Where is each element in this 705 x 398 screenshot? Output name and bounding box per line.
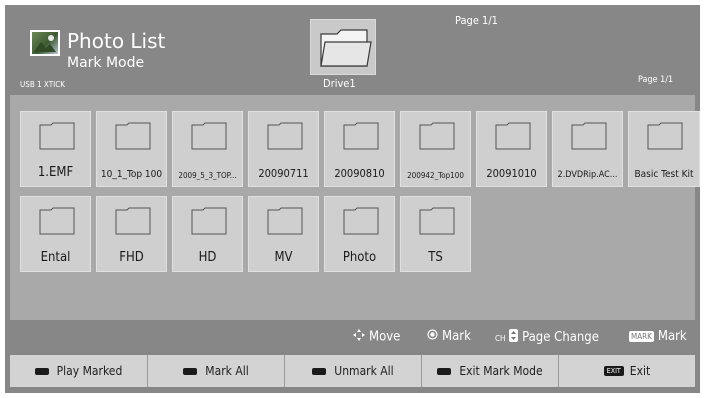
- channel-updown-icon: [509, 329, 519, 346]
- folder-icon: [267, 207, 303, 235]
- folder-tile[interactable]: HD: [172, 196, 243, 272]
- folder-icon: [343, 122, 379, 150]
- folder-tile[interactable]: 20090711: [248, 111, 319, 187]
- folder-tile[interactable]: 20090810: [324, 111, 395, 187]
- folder-tile[interactable]: TS: [400, 196, 471, 272]
- folder-icon: [571, 122, 607, 150]
- folder-icon: [191, 207, 227, 235]
- hint-mark-label: Mark: [442, 329, 471, 344]
- folder-tile[interactable]: FHD: [96, 196, 167, 272]
- folder-icon: [419, 122, 455, 150]
- folder-label: 20090810: [334, 167, 385, 180]
- unmark-all-button[interactable]: Unmark All: [285, 355, 422, 387]
- folder-label: HD: [198, 250, 217, 265]
- folder-label: Photo: [342, 250, 377, 265]
- folder-label: 1.EMF: [37, 165, 74, 180]
- folder-icon: [115, 207, 151, 235]
- mode-label: Mark Mode: [67, 55, 145, 71]
- ch-tag: CH: [495, 334, 506, 343]
- folder-tile[interactable]: Ental: [20, 196, 91, 272]
- photo-list-screen: Photo List Mark Mode USB 1 XTICK Page 1/…: [5, 5, 700, 393]
- header: Photo List Mark Mode USB 1 XTICK Page 1/…: [5, 5, 700, 93]
- folder-label: MV: [274, 250, 293, 265]
- folder-label: TS: [428, 250, 443, 265]
- unmark-all-label: Unmark All: [334, 364, 394, 378]
- folder-tile[interactable]: Basic Test Kit: [628, 111, 700, 187]
- folder-tile[interactable]: 10_1_Top 100: [96, 111, 167, 187]
- red-key-icon: [34, 367, 49, 375]
- folder-tile[interactable]: MV: [248, 196, 319, 272]
- folder-tile[interactable]: 2009_5_3_TOP...: [172, 111, 243, 187]
- folder-label: 20091010: [486, 167, 537, 180]
- key-hints: Move Mark CH Page Change MARK Mark: [5, 327, 695, 349]
- page-indicator-top: Page 1/1: [455, 14, 498, 27]
- folder-tile[interactable]: Photo: [324, 196, 395, 272]
- folder-icon: [115, 122, 151, 150]
- play-marked-label: Play Marked: [56, 364, 123, 378]
- mark-key-icon: MARK: [629, 331, 654, 342]
- mark-all-button[interactable]: Mark All: [148, 355, 285, 387]
- folder-label: 200942_Top100: [407, 171, 464, 180]
- folder-label: 2009_5_3_TOP...: [178, 171, 237, 180]
- folder-label: 2.DVDRip.AC...: [557, 170, 618, 180]
- navigation-arrows-icon: [353, 329, 365, 345]
- exit-label: Exit: [629, 364, 651, 378]
- yellow-key-icon: [312, 367, 327, 375]
- folder-icon: [419, 207, 455, 235]
- folder-label: Ental: [40, 250, 71, 265]
- folder-label: 20090711: [258, 167, 309, 180]
- hint-page-change: CH Page Change: [495, 329, 599, 346]
- current-folder-name: Drive1: [323, 77, 356, 90]
- folder-tile[interactable]: 2.DVDRip.AC...: [552, 111, 623, 187]
- folder-tile[interactable]: 200942_Top100: [400, 111, 471, 187]
- hint-move-label: Move: [369, 329, 401, 345]
- hint-mark-key-label: Mark: [657, 329, 687, 344]
- folder-grid: 1.EMF 10_1_Top 100 2009_5_3_TOP... 20090…: [10, 95, 700, 320]
- folder-icon: [647, 122, 683, 150]
- hint-mark: Mark: [427, 329, 471, 344]
- folder-label: Basic Test Kit: [634, 169, 694, 180]
- exit-mark-mode-label: Exit Mark Mode: [459, 364, 543, 378]
- folder-icon: [39, 207, 75, 235]
- device-label: USB 1 XTICK: [20, 80, 65, 89]
- mark-all-label: Mark All: [205, 364, 249, 378]
- play-marked-button[interactable]: Play Marked: [10, 355, 148, 387]
- folder-tile[interactable]: 20091010: [476, 111, 547, 187]
- exit-mark-mode-button[interactable]: Exit Mark Mode: [422, 355, 559, 387]
- hint-mark-key: MARK Mark: [629, 329, 687, 344]
- exit-key-icon: EXIT: [603, 366, 624, 376]
- hint-move: Move: [353, 329, 400, 345]
- page-indicator-right: Page 1/1: [638, 75, 674, 85]
- hint-page-change-label: Page Change: [522, 330, 599, 345]
- folder-icon: [343, 207, 379, 235]
- folder-icon: [191, 122, 227, 150]
- green-key-icon: [183, 367, 198, 375]
- current-folder-icon: [310, 19, 376, 75]
- ok-button-icon: [427, 329, 438, 344]
- action-bar: Play Marked Mark All Unmark All Exit Mar…: [10, 355, 695, 387]
- folder-label: 10_1_Top 100: [100, 169, 163, 180]
- exit-button[interactable]: EXIT Exit: [559, 355, 695, 387]
- blue-key-icon: [437, 367, 452, 375]
- folder-icon: [39, 122, 75, 150]
- folder-icon: [267, 122, 303, 150]
- folder-tile[interactable]: 1.EMF: [20, 111, 91, 187]
- folder-icon: [495, 122, 531, 150]
- folder-label: FHD: [119, 250, 144, 265]
- page-title: Photo List: [67, 29, 166, 53]
- photo-list-icon: [30, 30, 60, 56]
